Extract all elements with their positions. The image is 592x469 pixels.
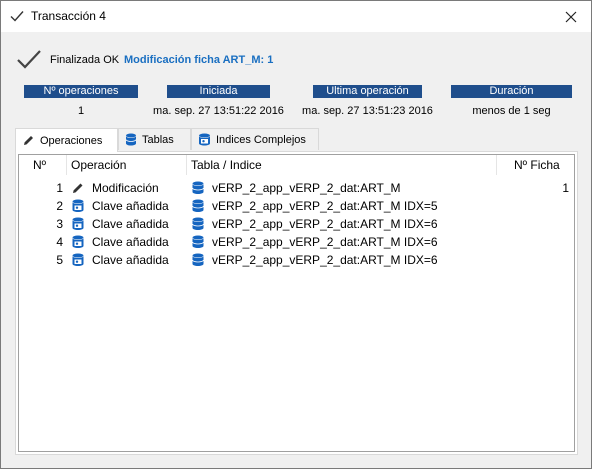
tab-label: Indices Complejos [216, 133, 306, 146]
key-database-icon [72, 253, 84, 266]
info-header-iniciada: Iniciada [167, 85, 270, 98]
pencil-icon [24, 136, 33, 145]
row-number: 4 [56, 235, 63, 249]
info-value-iniciada: ma. sep. 27 13:51:22 2016 [153, 105, 284, 117]
key-database-icon [72, 235, 84, 248]
table-header: Nº Operación Tabla / Indice Nº Ficha [19, 155, 574, 175]
table-row[interactable]: 4 Clave añadida vERP_2_app_vERP_2_dat:ART_… [19, 233, 574, 251]
row-table-index: vERP_2_app_vERP_2_dat:ART_M IDX=6 [212, 253, 438, 267]
info-value-duracion: menos de 1 seg [472, 105, 551, 117]
row-operation: Modificación [92, 181, 159, 195]
row-ficha: 1 [562, 181, 569, 195]
row-number: 1 [56, 181, 63, 195]
database-icon [192, 217, 204, 230]
row-ficha [497, 251, 569, 269]
info-value-operaciones: 1 [77, 105, 85, 117]
pencil-icon [73, 183, 83, 193]
database-icon [125, 133, 137, 146]
row-operation: Clave añadida [92, 235, 169, 249]
close-button[interactable] [551, 1, 591, 32]
tab-indices-complejos[interactable]: Indices Complejos [191, 128, 319, 150]
table-row[interactable]: 1 Modificación vERP_2_app_vERP_2_dat:ART_M… [19, 179, 574, 197]
key-database-icon [72, 217, 84, 230]
database-icon [192, 253, 204, 266]
row-ficha [497, 233, 569, 251]
operations-table[interactable]: Nº Operación Tabla / Indice Nº Ficha 1 Mo… [18, 154, 575, 452]
database-icon [192, 199, 204, 212]
window-title: Transacción 4 [31, 9, 106, 23]
row-number: 3 [56, 217, 63, 231]
tab-label: Tablas [142, 133, 174, 146]
tab-operaciones[interactable]: Operaciones [15, 128, 118, 152]
row-ficha [497, 215, 569, 233]
status-text: Finalizada OK [50, 54, 120, 66]
row-operation: Clave añadida [92, 199, 169, 213]
row-table-index: vERP_2_app_vERP_2_dat:ART_M IDX=6 [212, 217, 438, 231]
tab-panel-operaciones: Nº Operación Tabla / Indice Nº Ficha 1 Mo… [15, 151, 578, 455]
check-icon [10, 11, 24, 22]
tab-label: Operaciones [40, 134, 103, 147]
row-number: 2 [56, 199, 63, 213]
row-table-index: vERP_2_app_vERP_2_dat:ART_M IDX=5 [212, 199, 438, 213]
check-icon [17, 50, 41, 69]
column-header-tabla[interactable]: Tabla / Indice [187, 155, 497, 175]
database-icon [192, 181, 204, 194]
info-header-duracion: Duración [451, 85, 572, 98]
info-header-ultima: Ultima operación [313, 85, 422, 98]
row-number: 5 [56, 253, 63, 267]
title-bar[interactable]: Transacción 4 [1, 1, 591, 32]
row-operation: Clave añadida [92, 253, 169, 267]
status-detail: Modificación ficha ART_M: 1 [124, 54, 274, 66]
info-value-ultima: ma. sep. 27 13:51:23 2016 [302, 105, 433, 117]
column-header-n[interactable]: Nº [19, 155, 67, 175]
database-icon [192, 235, 204, 248]
transaction-window: Transacción 4 Finalizada OK Modificación… [0, 0, 592, 469]
key-database-icon [199, 133, 210, 146]
column-header-ficha[interactable]: Nº Ficha [497, 155, 574, 175]
tab-tablas[interactable]: Tablas [118, 128, 191, 150]
table-row[interactable]: 5 Clave añadida vERP_2_app_vERP_2_dat:ART_… [19, 251, 574, 269]
table-row[interactable]: 3 Clave añadida vERP_2_app_vERP_2_dat:ART_… [19, 215, 574, 233]
row-operation: Clave añadida [92, 217, 169, 231]
close-icon [565, 11, 577, 22]
table-row[interactable]: 2 Clave añadida vERP_2_app_vERP_2_dat:ART_… [19, 197, 574, 215]
row-table-index: vERP_2_app_vERP_2_dat:ART_M [212, 181, 401, 195]
info-header-operaciones: Nº operaciones [24, 85, 138, 98]
row-ficha [497, 197, 569, 215]
key-database-icon [72, 199, 84, 212]
column-header-operacion[interactable]: Operación [67, 155, 187, 175]
row-table-index: vERP_2_app_vERP_2_dat:ART_M IDX=6 [212, 235, 438, 249]
